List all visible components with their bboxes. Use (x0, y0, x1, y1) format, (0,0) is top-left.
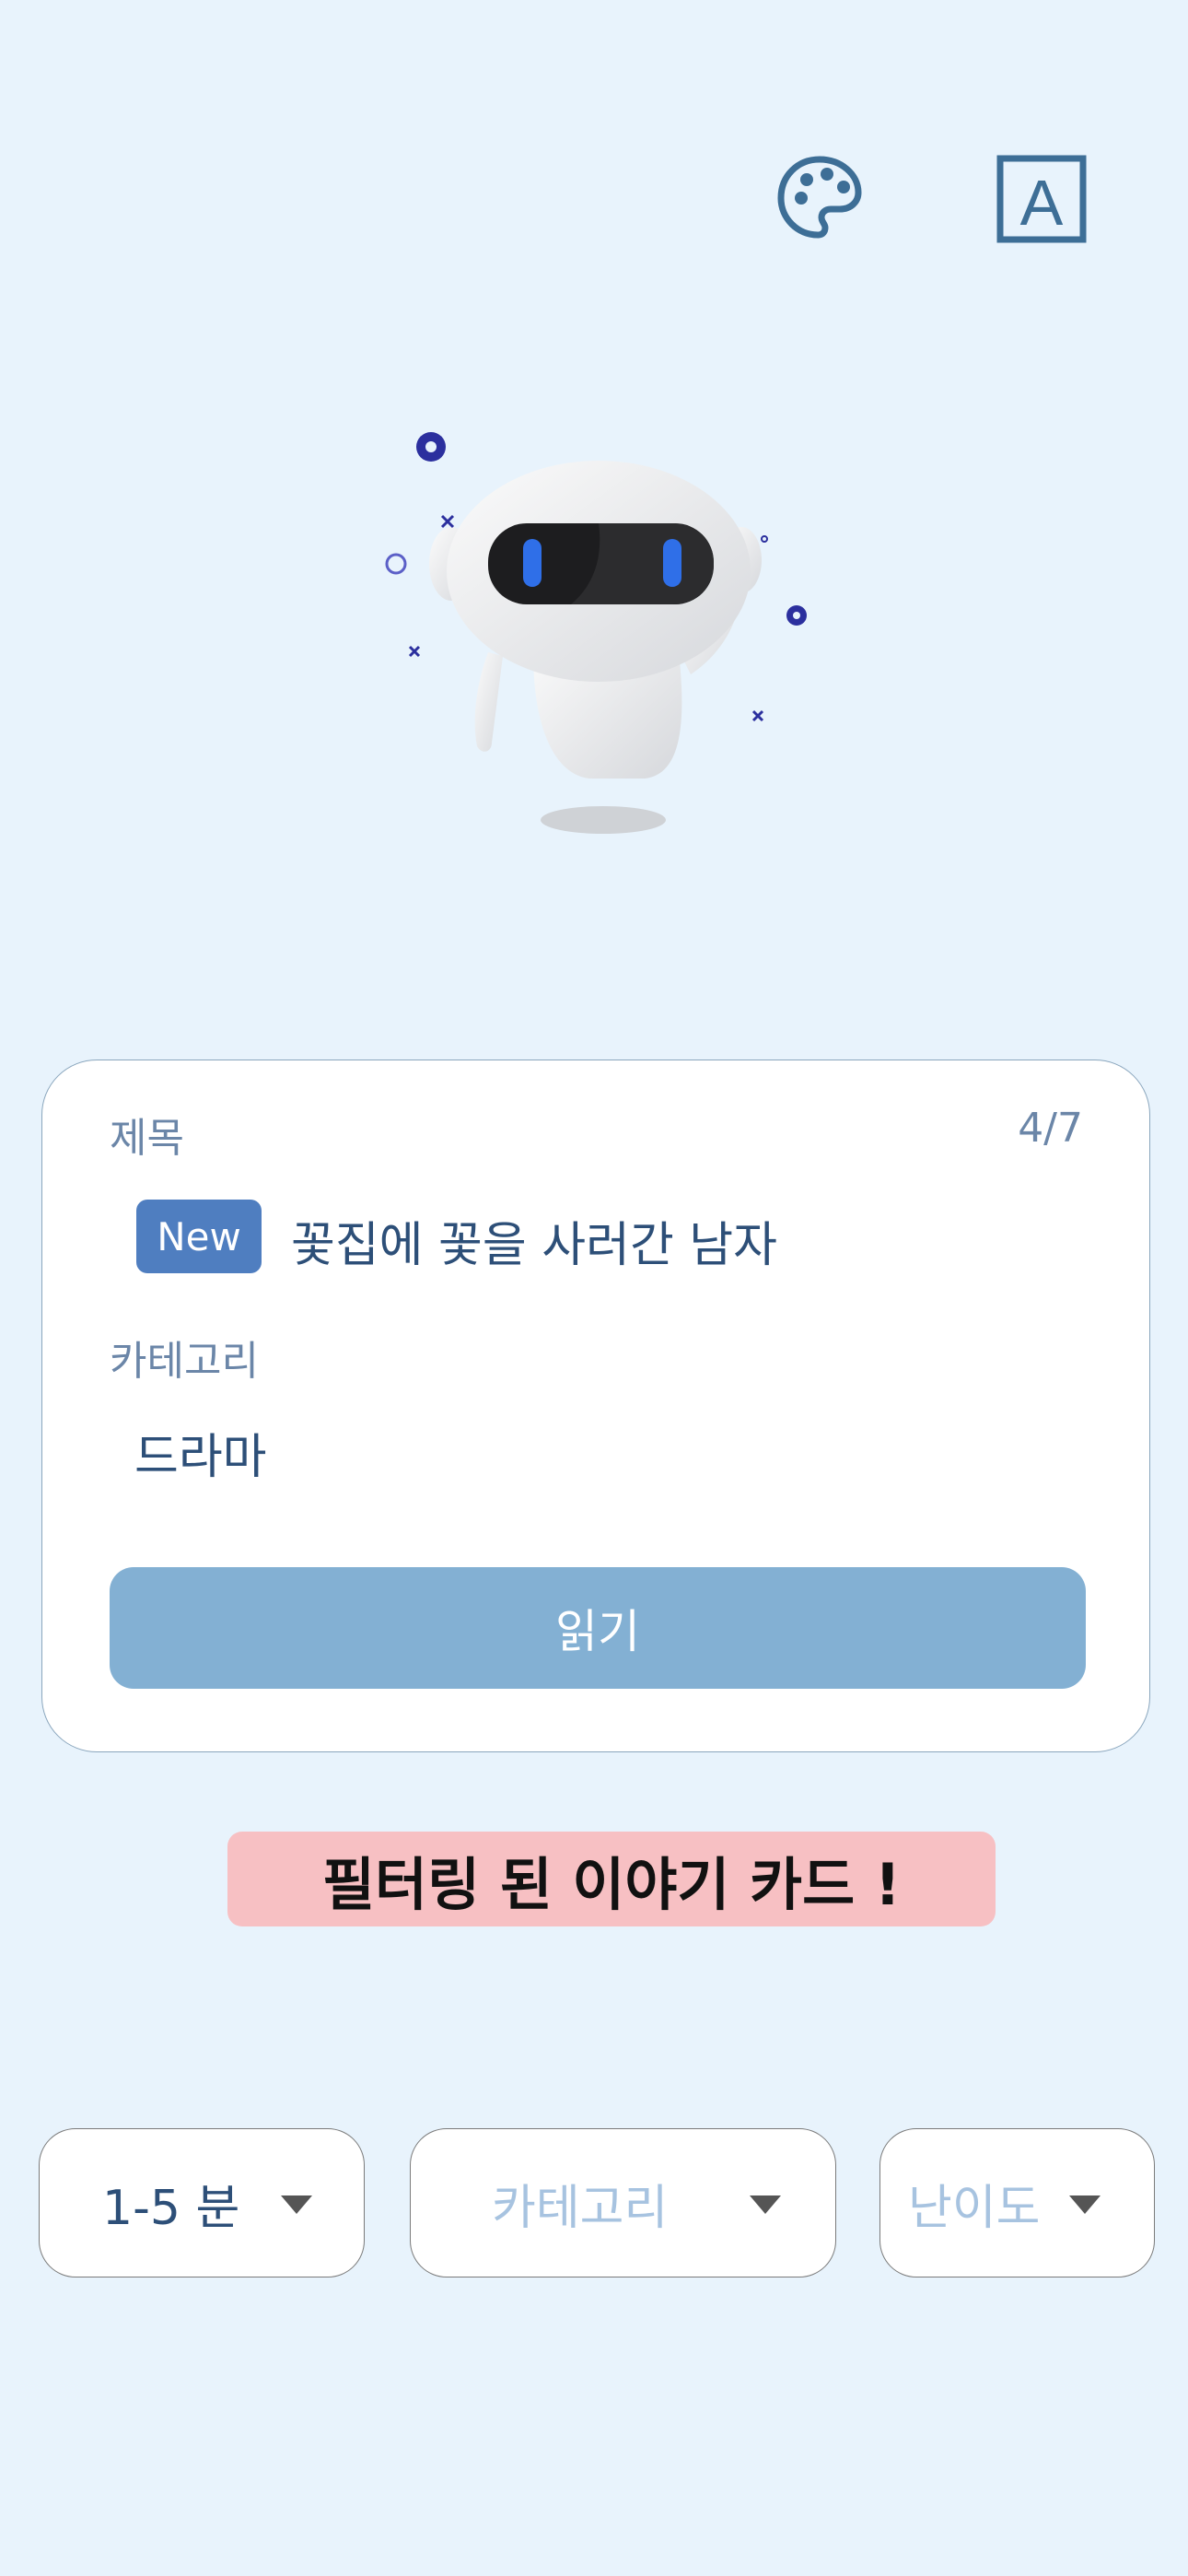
font-icon-letter: A (1020, 167, 1064, 239)
level-filter-dropdown[interactable]: 난이도 (879, 2128, 1155, 2277)
palette-button[interactable] (774, 152, 866, 244)
caret-down-icon (281, 2195, 312, 2214)
story-card: 제목 4/7 New 꽃집에 꽃을 사러간 남자 카테고리 드라마 읽기 (41, 1060, 1150, 1752)
font-size-icon: A (996, 155, 1087, 243)
category-label: 카테고리 (110, 1338, 259, 1385)
filtered-banner: 필터링 된 이야기 카드 ! (227, 1832, 996, 1926)
story-title: 꽃집에 꽃을 사러간 남자 (291, 1218, 777, 1273)
palette-icon (777, 156, 862, 239)
time-filter-dropdown[interactable]: 1-5 분 (39, 2128, 365, 2277)
title-label: 제목 (110, 1115, 184, 1162)
time-filter-value: 1-5 분 (102, 2180, 240, 2236)
level-filter-placeholder: 난이도 (908, 2180, 1041, 2236)
caret-down-icon (1069, 2195, 1101, 2214)
category-filter-placeholder: 카테고리 (492, 2180, 669, 2236)
read-button[interactable]: 읽기 (110, 1567, 1086, 1689)
caret-down-icon (750, 2195, 781, 2214)
category-filter-dropdown[interactable]: 카테고리 (410, 2128, 836, 2277)
new-badge: New (136, 1200, 262, 1273)
font-size-button[interactable]: A (996, 155, 1087, 243)
category-value: 드라마 (134, 1430, 267, 1485)
robot-illustration (368, 405, 810, 848)
card-counter: 4/7 (1018, 1105, 1083, 1152)
